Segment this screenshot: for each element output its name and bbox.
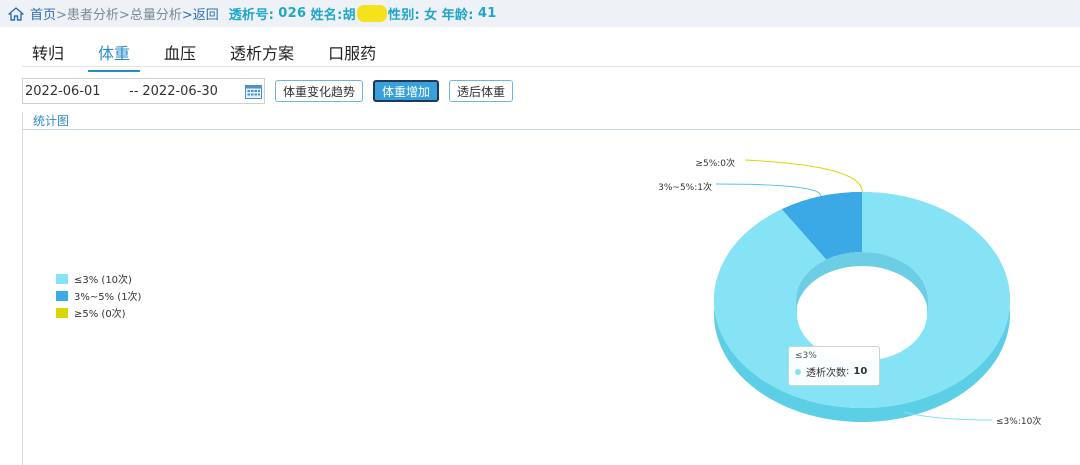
filter-toolbar: 2022-06-01 -- 2022-06-30 体重变化趋势 体重增加 透后体… (22, 78, 514, 104)
legend-swatch-le3 (56, 273, 68, 284)
legend-swatch-3to5 (56, 290, 68, 301)
tooltip-series: 透析次数 (806, 368, 846, 379)
chart-legend: ≤3% (10次) 3%~5% (1次) ≥5% (0次) (56, 270, 141, 321)
chart-tooltip: ≤3% 透析次数: 10 (788, 346, 880, 386)
tooltip-category: ≤3% (795, 351, 817, 361)
legend-item-le3[interactable]: ≤3% (10次) (56, 270, 141, 287)
age-label: 年龄: (441, 8, 474, 23)
breadcrumb-home-link[interactable]: 首页 (30, 4, 56, 23)
tooltip-value: 10 (853, 366, 868, 377)
tabs-divider (22, 66, 1080, 67)
start-date[interactable]: 2022-06-01 (25, 84, 129, 99)
breadcrumb-patient-analysis[interactable]: >患者分析> (56, 4, 130, 23)
tooltip-row: 透析次数: 10 (795, 364, 873, 379)
back-link[interactable]: >返回 (182, 4, 219, 23)
gender-label: 性别: (387, 8, 420, 23)
legend-item-3to5[interactable]: 3%~5% (1次) (56, 287, 141, 304)
redaction-mark (356, 5, 387, 22)
legend-item-ge5[interactable]: ≥5% (0次) (56, 304, 141, 321)
panel-title: 统计图 (33, 114, 70, 128)
breadcrumb: 首页 >患者分析> 总量分析 >返回 透析号: 026 姓名: 胡 性别: 女 … (0, 0, 1080, 27)
dialysis-number-label: 透析号: (228, 8, 275, 23)
home-icon[interactable] (8, 6, 24, 21)
dialysis-number: 026 (278, 6, 307, 21)
post-dialysis-weight-button[interactable]: 透后体重 (449, 80, 514, 102)
patient-name-label: 姓名: (310, 8, 343, 23)
legend-label-3to5: 3%~5% (1次) (74, 292, 142, 303)
date-separator: -- (129, 83, 139, 99)
breadcrumb-total-analysis: 总量分析 (129, 8, 182, 23)
tooltip-dot (795, 368, 801, 375)
end-date[interactable]: 2022-06-30 (142, 84, 218, 99)
chart-panel: 统计图 (22, 112, 1080, 465)
panel-title-divider (23, 129, 1080, 130)
calendar-icon[interactable] (245, 84, 262, 99)
patient-age: 41 (477, 6, 497, 21)
weight-increase-button[interactable]: 体重增加 (373, 80, 440, 102)
patient-name: 胡 (342, 8, 356, 23)
legend-label-le3: ≤3% (10次) (74, 275, 132, 286)
weight-trend-button[interactable]: 体重变化趋势 (275, 80, 364, 102)
legend-label-ge5: ≥5% (0次) (74, 309, 126, 320)
legend-swatch-ge5 (56, 307, 68, 318)
patient-gender: 女 (424, 8, 438, 23)
date-range-picker[interactable]: 2022-06-01 -- 2022-06-30 (22, 78, 265, 104)
